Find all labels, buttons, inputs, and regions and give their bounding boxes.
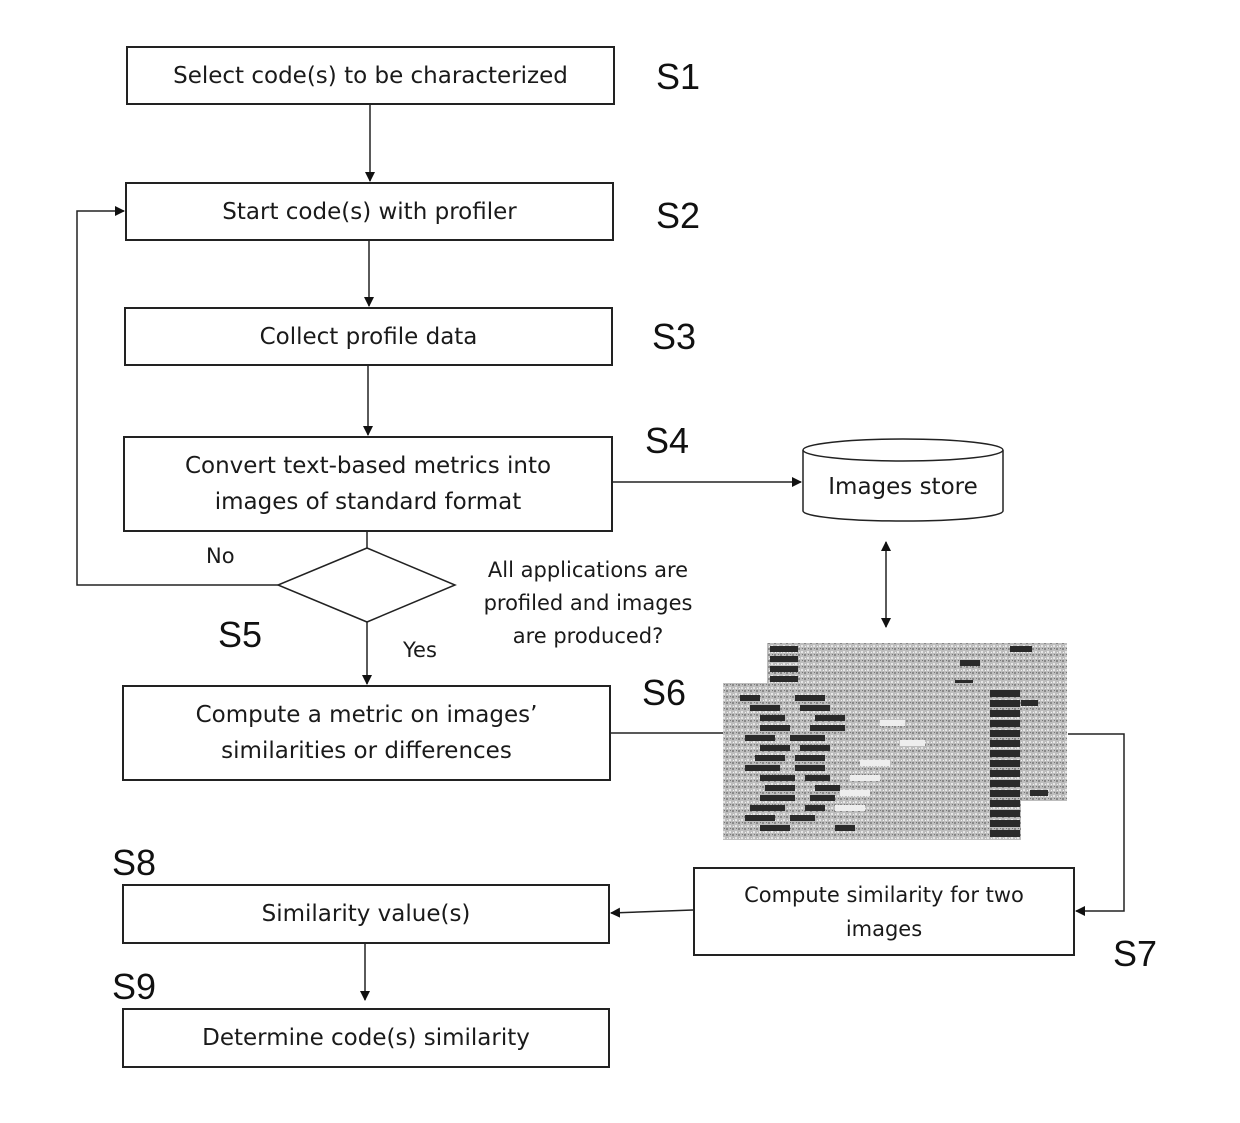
step-s2-label: S2 — [656, 195, 701, 236]
step-s7-box: Compute similarity for two images — [693, 867, 1075, 956]
step-s6-label: S6 — [642, 672, 687, 713]
step-s8-text: Similarity value(s) — [261, 901, 471, 927]
step-s9-box: Determine code(s) similarity — [122, 1008, 610, 1068]
images-store-label: Images store — [828, 474, 978, 500]
decision-diamond — [276, 547, 457, 623]
step-s3-label: S3 — [652, 316, 697, 357]
step-s8-box: Similarity value(s) — [122, 884, 610, 944]
step-s9-label: S9 — [112, 966, 157, 1007]
decision-question-line2: profiled and images — [483, 591, 693, 615]
step-s1-text: Select code(s) to be characterized — [173, 62, 568, 89]
step-s6-text-line2: similarities or differences — [221, 738, 512, 764]
step-s3-box: Collect profile data — [124, 307, 613, 366]
decision-no-label: No — [206, 544, 235, 568]
step-s7-text-line2: images — [845, 916, 923, 941]
step-s4-text-line1: Convert text-based metrics into — [184, 453, 552, 479]
arrow-s7-s8 — [610, 907, 694, 918]
step-s1-label: S1 — [656, 56, 701, 97]
step-s2-text: Start code(s) with profiler — [222, 198, 517, 225]
step-s4-text-line2: images of standard format — [214, 489, 522, 515]
step-s9-text: Determine code(s) similarity — [202, 1025, 530, 1051]
decision-question-line1: All applications are — [487, 558, 689, 582]
arrow-images-s7 — [1068, 733, 1125, 916]
step-s4-label: S4 — [645, 420, 690, 461]
step-s2-box: Start code(s) with profiler — [125, 182, 614, 241]
decision-question-line3: are produced? — [512, 624, 664, 648]
step-s7-text-line1: Compute similarity for two — [744, 882, 1024, 907]
decision-question: All applications are profiled and images… — [468, 554, 708, 653]
step-s8-label: S8 — [112, 842, 157, 883]
step-s6-text-line1: Compute a metric on images’ — [195, 702, 538, 728]
decision-yes-label: Yes — [403, 638, 437, 662]
step-s4-box: Convert text-based metrics into images o… — [123, 436, 613, 532]
step-s3-text: Collect profile data — [259, 323, 478, 350]
step-s1-box: Select code(s) to be characterized — [126, 46, 615, 105]
step-s7-label: S7 — [1113, 933, 1158, 974]
step-s6-box: Compute a metric on images’ similarities… — [122, 685, 611, 781]
step-s5-label: S5 — [218, 614, 263, 655]
profile-images-stack — [723, 643, 1067, 840]
